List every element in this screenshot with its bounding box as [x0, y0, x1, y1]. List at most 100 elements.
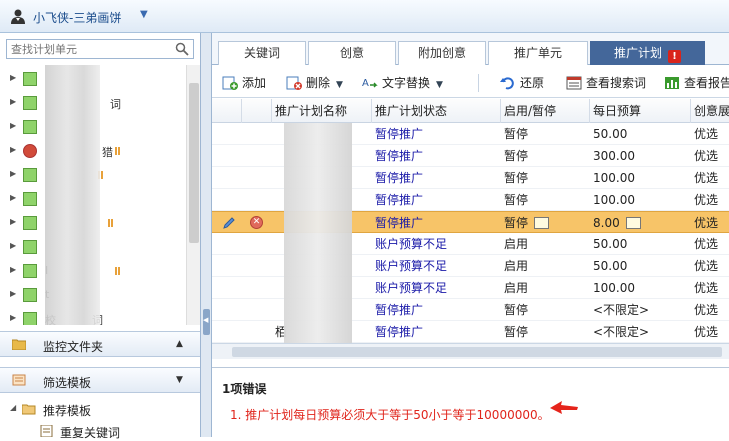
plan-folder-icon	[23, 120, 37, 134]
duplicate-keyword-item[interactable]: 重复关键词	[0, 421, 200, 441]
expand-arrow-icon[interactable]: ▶	[10, 73, 16, 82]
view-report-button[interactable]: 查看报告	[664, 74, 729, 92]
cell-daily-budget[interactable]: 50.00	[590, 255, 691, 277]
collapse-left-panel-button[interactable]	[203, 309, 210, 335]
plan-search-box[interactable]	[6, 39, 194, 59]
expand-arrow-icon[interactable]: ▶	[10, 265, 16, 274]
cell-plan-status[interactable]: 暂停推广	[372, 299, 501, 321]
user-dropdown-icon[interactable]: ▼	[140, 9, 148, 20]
tab-extra-creatives[interactable]: 附加创意	[398, 41, 486, 65]
dropdown-arrow-icon[interactable]: ▼	[336, 80, 343, 90]
cell-enabled[interactable]: 暂停	[501, 321, 590, 343]
cell-enabled[interactable]: 启用	[501, 255, 590, 277]
expand-arrow-icon[interactable]: ▶	[10, 145, 16, 154]
expand-arrow-icon[interactable]: ▶	[10, 169, 16, 178]
view-search-terms-button[interactable]: 查看搜索词	[566, 74, 646, 92]
cell-daily-budget[interactable]: 300.00	[590, 145, 691, 167]
recommend-template-item[interactable]: ◢ 推荐模板	[0, 399, 200, 419]
cell-enabled[interactable]: 暂停	[501, 123, 590, 145]
cell-enabled[interactable]: 暂停	[501, 299, 590, 321]
plan-folder-icon	[23, 72, 37, 86]
cell-creative-display[interactable]: 优选	[691, 233, 729, 255]
cell-daily-budget[interactable]: <不限定>	[590, 321, 691, 343]
dropdown-arrow-icon[interactable]: ▼	[436, 80, 443, 90]
user-name[interactable]: 小飞侠-三弟画饼	[33, 9, 121, 26]
cell-daily-budget[interactable]: 100.00	[590, 167, 691, 189]
enabled-value: 暂停	[504, 193, 529, 207]
cell-creative-display[interactable]: 优选	[691, 189, 729, 211]
delete-row-icon[interactable]: ✕	[250, 216, 263, 229]
expand-arrow-icon[interactable]: ▶	[10, 217, 16, 226]
cell-enabled[interactable]: 暂停	[501, 212, 590, 234]
bar-chart-icon	[665, 77, 679, 89]
cell-creative-display[interactable]: 优选	[691, 145, 729, 167]
scrollbar-thumb[interactable]	[189, 83, 199, 243]
cell-enabled[interactable]: 暂停	[501, 189, 590, 211]
expand-arrow-icon[interactable]: ▶	[10, 241, 16, 250]
monitor-folder-panel[interactable]: 监控文件夹 ▲	[0, 331, 200, 357]
enabled-value: 暂停	[504, 303, 529, 317]
cell-plan-status[interactable]: 账户预算不足	[372, 277, 501, 299]
delete-button[interactable]: 删除 ▼	[286, 74, 343, 92]
cell-daily-budget[interactable]: 100.00	[590, 189, 691, 211]
budget-value: 100.00	[593, 281, 635, 295]
cell-creative-display[interactable]: 优选	[691, 167, 729, 189]
cell-enabled[interactable]: 启用	[501, 277, 590, 299]
cell-daily-budget[interactable]: <不限定>	[590, 299, 691, 321]
cell-plan-status[interactable]: 暂停推广	[372, 123, 501, 145]
filter-template-panel[interactable]: 筛选模板 ▼	[0, 367, 200, 393]
expand-arrow-icon[interactable]: ▶	[10, 313, 16, 322]
expand-arrow-icon[interactable]: ▶	[10, 121, 16, 130]
scrollbar-thumb[interactable]	[232, 347, 722, 357]
cell-plan-status[interactable]: 账户预算不足	[372, 255, 501, 277]
expand-arrow-icon[interactable]: ▼	[176, 375, 183, 385]
edit-pencil-icon[interactable]	[222, 216, 236, 230]
cell-creative-display[interactable]: 优选	[691, 277, 729, 299]
cell-daily-budget[interactable]: 100.00	[590, 277, 691, 299]
tab-creatives[interactable]: 创意	[308, 41, 396, 65]
search-icon[interactable]	[175, 42, 189, 56]
expand-arrow-icon[interactable]: ▶	[10, 193, 16, 202]
expand-arrow-icon[interactable]: ▶	[10, 289, 16, 298]
cell-plan-status[interactable]: 暂停推广	[372, 167, 501, 189]
tab-ad-plans[interactable]: 推广计划!	[590, 41, 705, 65]
cell-plan-status[interactable]: 暂停推广	[372, 145, 501, 167]
add-button[interactable]: 添加	[222, 74, 266, 92]
expand-arrow-icon[interactable]: ◢	[10, 403, 16, 412]
tree-scrollbar[interactable]	[186, 65, 200, 325]
column-header-name[interactable]: 推广计划名称	[272, 99, 372, 123]
cell-daily-budget[interactable]: 8.00	[590, 212, 691, 234]
cell-creative-display[interactable]: 优选	[691, 321, 729, 343]
panel-splitter[interactable]	[201, 33, 212, 437]
cell-daily-budget[interactable]: 50.00	[590, 123, 691, 145]
edit-field-icon[interactable]	[534, 217, 550, 229]
redacted-area	[284, 123, 352, 343]
edit-field-icon[interactable]	[625, 217, 641, 229]
tab-ad-units[interactable]: 推广单元	[488, 41, 588, 65]
cell-enabled[interactable]: 暂停	[501, 167, 590, 189]
restore-button[interactable]: 还原	[500, 74, 544, 92]
plan-search-input[interactable]	[7, 40, 172, 58]
collapse-arrow-icon[interactable]: ▲	[176, 339, 183, 349]
column-header-enabled[interactable]: 启用/暂停	[501, 99, 590, 123]
error-message[interactable]: 1. 推广计划每日预算必须大于等于50小于等于10000000。	[230, 406, 550, 423]
column-header-creative[interactable]: 创意展现	[691, 99, 729, 123]
column-header-status[interactable]: 推广计划状态	[372, 99, 501, 123]
cell-plan-status[interactable]: 暂停推广	[372, 212, 501, 234]
cell-creative-display[interactable]: 优选	[691, 299, 729, 321]
cell-plan-status[interactable]: 暂停推广	[372, 321, 501, 343]
expand-arrow-icon[interactable]: ▶	[10, 97, 16, 106]
cell-enabled[interactable]: 启用	[501, 233, 590, 255]
cell-creative-display[interactable]: 优选	[691, 212, 729, 234]
text-replace-button[interactable]: A 文字替换 ▼	[362, 74, 443, 92]
cell-creative-display[interactable]: 优选	[691, 255, 729, 277]
column-header-budget[interactable]: 每日预算	[590, 99, 691, 123]
cell-daily-budget[interactable]: 50.00	[590, 233, 691, 255]
cell-plan-status[interactable]: 暂停推广	[372, 189, 501, 211]
folder-icon	[12, 339, 26, 350]
cell-creative-display[interactable]: 优选	[691, 123, 729, 145]
table-horizontal-scrollbar[interactable]	[212, 343, 729, 359]
tab-keywords[interactable]: 关键词	[218, 41, 306, 65]
cell-plan-status[interactable]: 账户预算不足	[372, 233, 501, 255]
cell-enabled[interactable]: 暂停	[501, 145, 590, 167]
